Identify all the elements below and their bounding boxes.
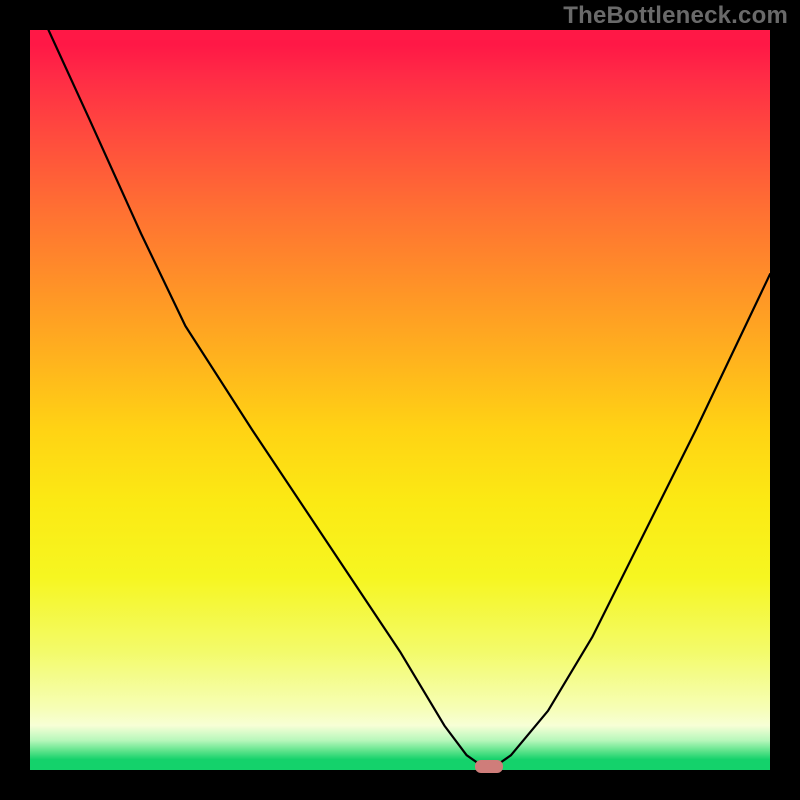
optimal-marker (475, 760, 503, 773)
chart-frame: TheBottleneck.com (0, 0, 800, 800)
watermark-text: TheBottleneck.com (563, 2, 788, 30)
bottleneck-curve (30, 30, 770, 770)
